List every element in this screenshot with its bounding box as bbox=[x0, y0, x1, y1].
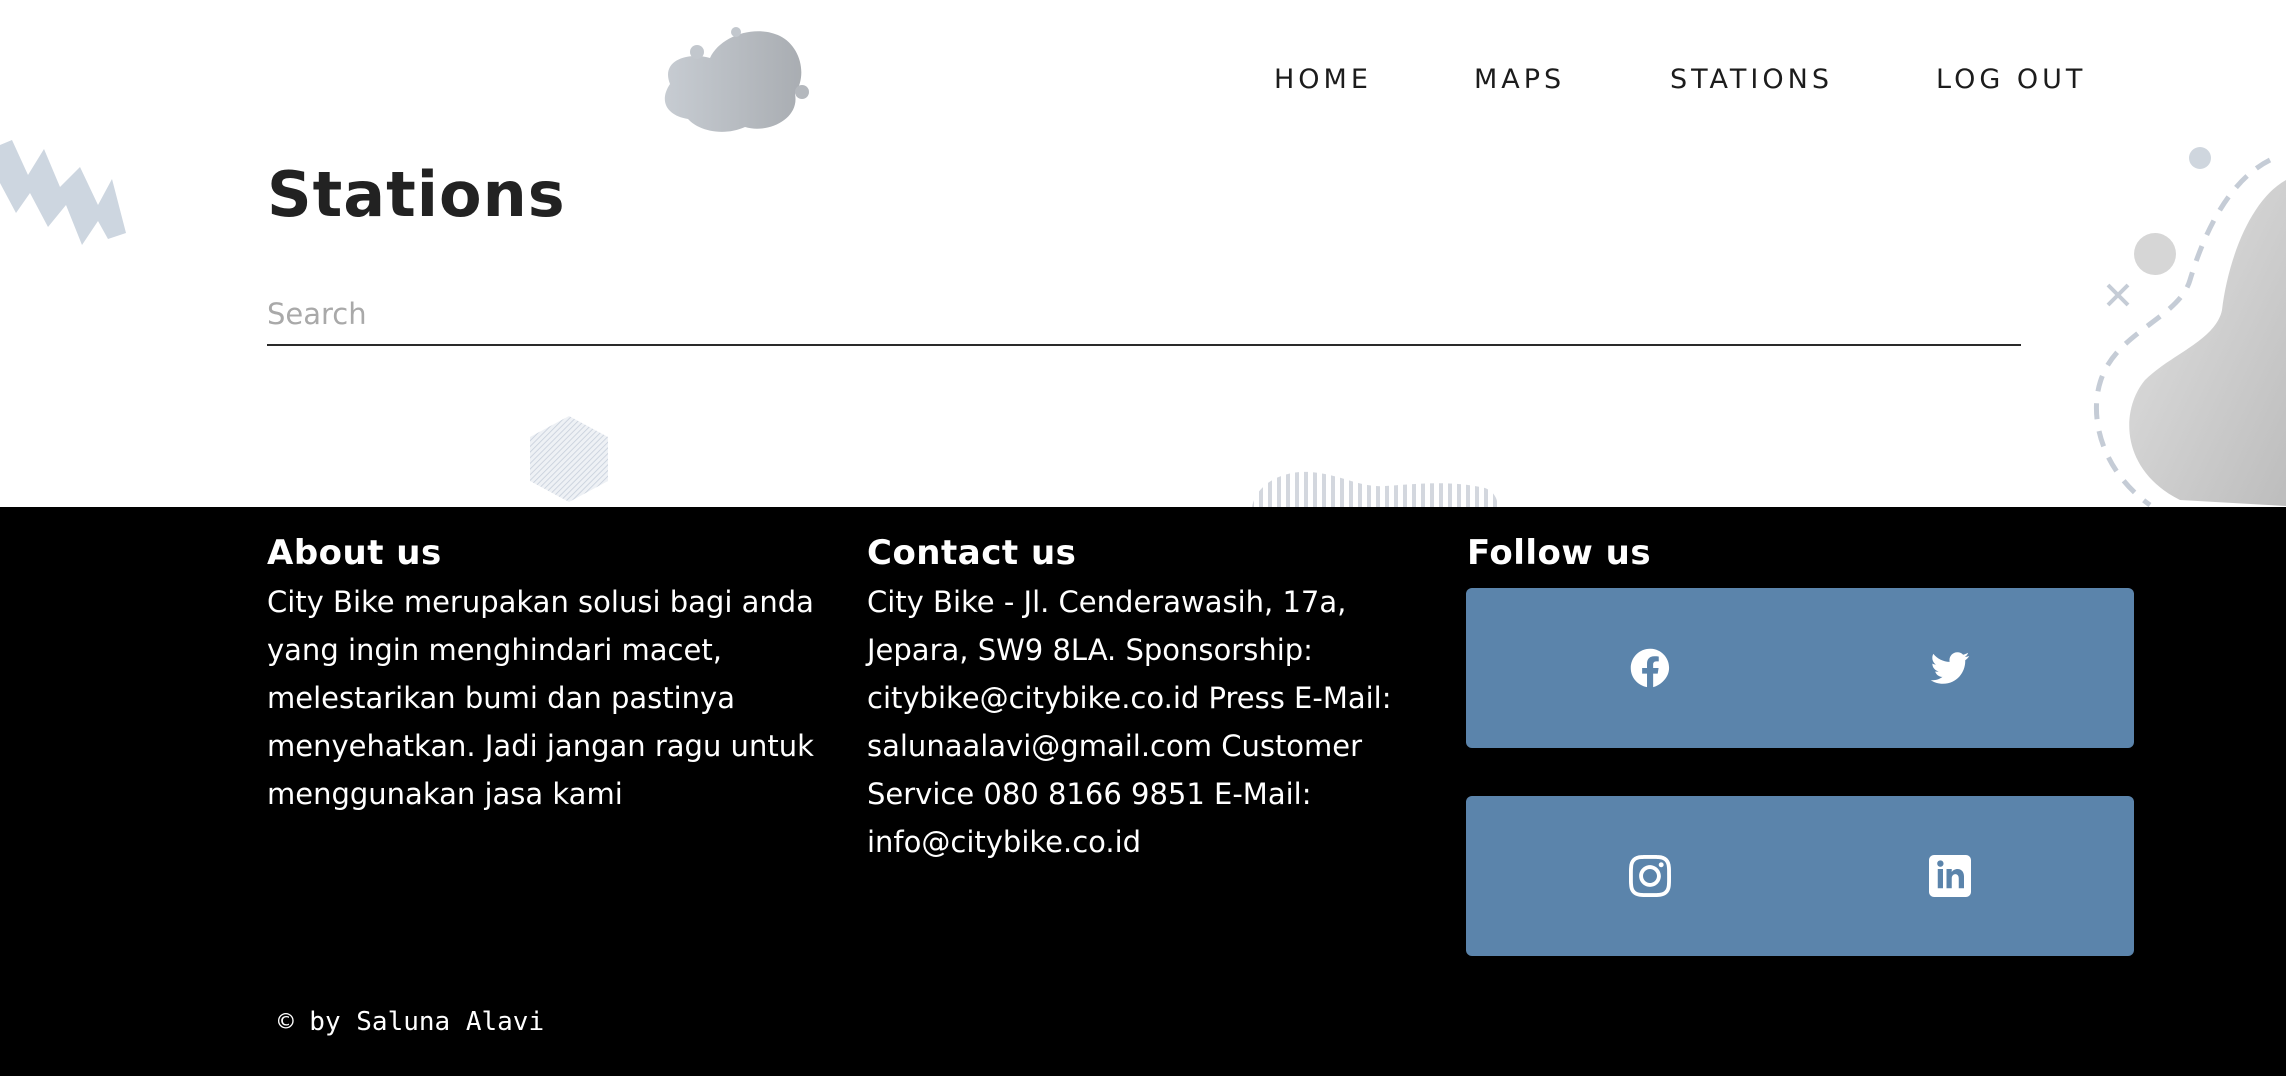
contact-text: City Bike - Jl. Cenderawasih, 17a, Jepar… bbox=[867, 585, 1392, 859]
page-title: Stations bbox=[267, 158, 566, 231]
follow-title: Follow us bbox=[1467, 533, 1652, 573]
follow-section: Follow us bbox=[1467, 507, 2067, 573]
linkedin-icon bbox=[1929, 855, 1971, 897]
footer: About us City Bike merupakan solusi bagi… bbox=[0, 507, 2286, 1076]
about-section: About us City Bike merupakan solusi bagi… bbox=[267, 507, 827, 818]
zigzag-decoration bbox=[0, 140, 126, 245]
twitter-icon bbox=[1930, 652, 1970, 684]
instagram-icon bbox=[1629, 855, 1671, 897]
twitter-button[interactable] bbox=[1766, 588, 2134, 748]
contact-title: Contact us bbox=[867, 533, 1077, 573]
nav-maps[interactable]: MAPS bbox=[1474, 64, 1565, 95]
copyright-text: © by Saluna Alavi bbox=[278, 1007, 545, 1037]
about-title: About us bbox=[267, 533, 442, 573]
contact-section: Contact us City Bike - Jl. Cenderawasih,… bbox=[867, 507, 1407, 866]
social-grid bbox=[1466, 588, 2134, 956]
blob-decoration bbox=[664, 27, 809, 132]
about-text: City Bike merupakan solusi bagi anda yan… bbox=[267, 585, 814, 811]
nav-home[interactable]: HOME bbox=[1274, 64, 1372, 95]
hexagon-decoration bbox=[530, 416, 608, 502]
blob-dashed-decoration bbox=[2093, 147, 2286, 507]
nav-stations[interactable]: STATIONS bbox=[1670, 64, 1833, 95]
hero-section: HOME MAPS STATIONS LOG OUT Stations bbox=[0, 0, 2286, 507]
striped-wave-decoration bbox=[1252, 471, 1498, 507]
linkedin-button[interactable] bbox=[1766, 796, 2134, 956]
facebook-icon bbox=[1630, 648, 1670, 688]
search-input[interactable] bbox=[267, 284, 2021, 346]
nav-logout[interactable]: LOG OUT bbox=[1936, 64, 2086, 95]
